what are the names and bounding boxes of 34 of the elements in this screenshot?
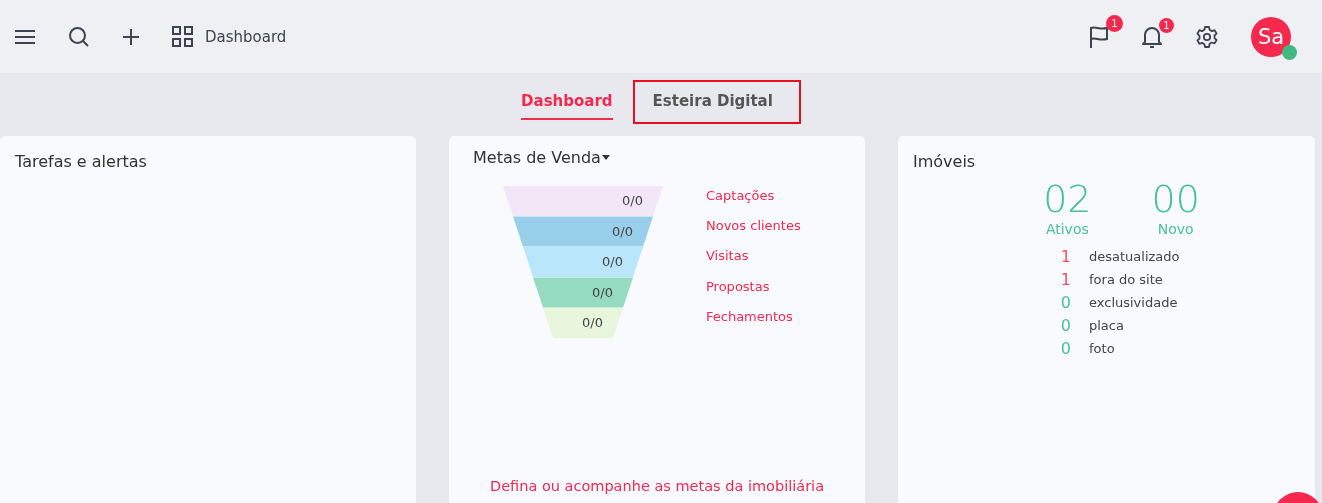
notification-badge: 1 xyxy=(1106,14,1123,32)
funnel-value: 0/0 xyxy=(582,314,603,332)
funnel-value: 0/0 xyxy=(622,192,643,210)
stat-count: 1 xyxy=(1059,269,1071,291)
notification-badge: 1 xyxy=(1159,17,1174,33)
total-count: 02 xyxy=(1043,177,1092,221)
funnel-stage-label: Captações xyxy=(706,187,776,205)
funnel-stage-label: Novos clientes xyxy=(706,217,801,236)
stat-label: desatualizado xyxy=(1089,248,1181,266)
breadcrumb-link[interactable]: Dashboard xyxy=(205,27,287,46)
card-title: Imóveis xyxy=(913,152,977,171)
stat-count: 0 xyxy=(1059,292,1071,314)
funnel-stage-label: Fechamentos xyxy=(706,307,794,326)
total-label: Ativos xyxy=(1045,221,1089,237)
stat-count: 0 xyxy=(1059,338,1071,360)
card-title: Tarefas e alertas xyxy=(15,152,148,171)
stat-label: exclusividade xyxy=(1089,294,1179,312)
funnel-value: 0/0 xyxy=(612,222,633,241)
stat-label: placa xyxy=(1089,317,1125,335)
funnel-value: 0/0 xyxy=(592,283,613,302)
total-label: Novo xyxy=(1157,221,1194,237)
total-count: 00 xyxy=(1151,177,1200,221)
stat-label: fora do site xyxy=(1089,271,1164,289)
funnel-value: 0/0 xyxy=(602,253,623,271)
stat-label: foto xyxy=(1089,340,1116,358)
tab[interactable]: Dashboard xyxy=(521,83,613,120)
funnel-stage-label: Propostas xyxy=(706,277,771,296)
funnel-stage-label: Visitas xyxy=(706,247,750,266)
goals-link[interactable]: Defina ou acompanhe as metas da imobiliária xyxy=(490,478,824,494)
stat-count: 1 xyxy=(1059,246,1071,268)
tab[interactable]: Esteira Digital xyxy=(632,79,801,124)
goals-dropdown[interactable]: Metas de Venda xyxy=(473,148,610,167)
stat-count: 0 xyxy=(1059,315,1071,337)
user-avatar[interactable]: Sa xyxy=(1251,16,1291,57)
